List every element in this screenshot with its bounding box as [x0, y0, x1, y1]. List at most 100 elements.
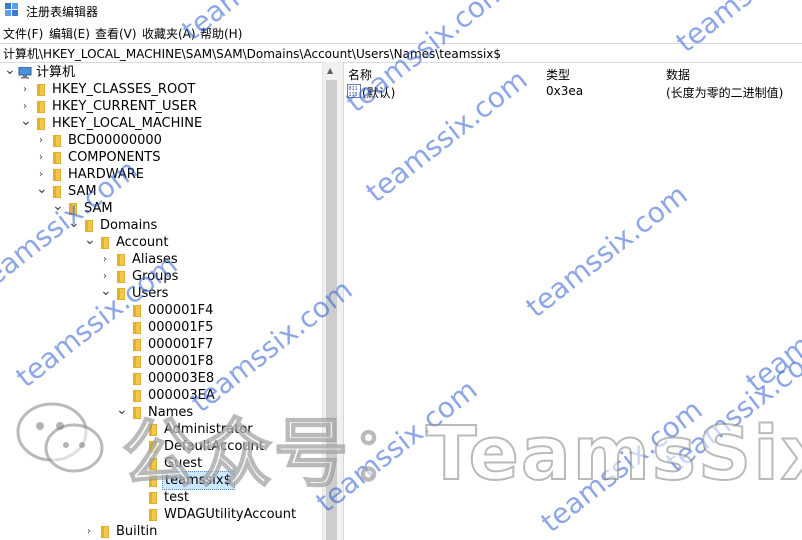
tree-node[interactable]: › Builtin	[0, 523, 322, 540]
tree-node[interactable]: 000001F4	[0, 302, 322, 319]
chevron-down-icon[interactable]: ⌄	[4, 63, 16, 81]
menu-edit[interactable]: 编辑(E)	[49, 25, 90, 42]
tree-node-label: test	[164, 490, 189, 505]
tree-node-label: Administrator	[164, 422, 253, 437]
tree-node-label: 000003EA	[148, 388, 215, 403]
tree-node-label: BCD00000000	[68, 133, 162, 148]
tree-node[interactable]: › Aliases	[0, 251, 322, 268]
folder-icon	[53, 135, 61, 147]
tree-node-label: SAM	[84, 201, 113, 216]
address-path[interactable]: 计算机\HKEY_LOCAL_MACHINE\SAM\SAM\Domains\A…	[3, 45, 501, 62]
tree-node-label: HARDWARE	[68, 167, 144, 182]
menu-help[interactable]: 帮助(H)	[200, 25, 242, 42]
address-bar[interactable]: 计算机\HKEY_LOCAL_MACHINE\SAM\SAM\Domains\A…	[0, 43, 802, 63]
tree-node-label: HKEY_CURRENT_USER	[52, 99, 198, 114]
folder-icon	[117, 288, 125, 300]
tree-node[interactable]: teamssix$	[0, 471, 322, 490]
folder-icon	[69, 203, 77, 215]
chevron-down-icon[interactable]: ⌄	[20, 114, 32, 132]
tree-node[interactable]: ⌄ Account	[0, 233, 322, 251]
folder-icon	[37, 118, 45, 130]
column-header-name[interactable]: 名称	[348, 66, 372, 83]
tree-node[interactable]: ⌄ SAM	[0, 182, 322, 200]
chevron-down-icon[interactable]: ⌄	[68, 216, 80, 234]
tree-node-label: Names	[148, 405, 194, 420]
tree-node[interactable]: › Groups	[0, 268, 322, 285]
tree-node[interactable]: › HKEY_CURRENT_USER	[0, 98, 322, 115]
tree-node-label: DefaultAccount	[164, 439, 264, 454]
tree-node-label: Guest	[164, 456, 203, 471]
folder-icon	[133, 390, 141, 402]
value-name[interactable]: (默认)	[362, 84, 395, 101]
chevron-right-icon[interactable]: ›	[20, 81, 30, 98]
menu-view[interactable]: 查看(V)	[95, 25, 137, 42]
tree-node-label: 000001F7	[148, 337, 214, 352]
tree-node[interactable]: › COMPONENTS	[0, 149, 322, 166]
chevron-down-icon[interactable]: ⌄	[36, 182, 48, 200]
tree-node[interactable]: Guest	[0, 455, 322, 472]
tree-node-label: 000001F8	[148, 354, 214, 369]
menu-favorites[interactable]: 收藏夹(A)	[142, 25, 196, 42]
folder-icon	[53, 186, 61, 198]
scroll-up-icon[interactable]: ▲	[327, 66, 333, 75]
chevron-down-icon[interactable]: ⌄	[100, 284, 112, 302]
folder-icon	[101, 237, 109, 249]
window-title: 注册表编辑器	[26, 5, 99, 19]
column-header-data[interactable]: 数据	[666, 66, 690, 83]
tree-node-label: COMPONENTS	[68, 150, 161, 165]
chevron-right-icon[interactable]: ›	[100, 251, 110, 268]
tree-node[interactable]: 000003E8	[0, 370, 322, 387]
tree-node[interactable]: › HKEY_CLASSES_ROOT	[0, 81, 322, 98]
tree-node[interactable]: Administrator	[0, 421, 322, 438]
tree-node[interactable]: › BCD00000000	[0, 132, 322, 149]
folder-icon	[133, 339, 141, 351]
chevron-right-icon[interactable]: ›	[36, 149, 46, 166]
tree-node[interactable]: test	[0, 489, 322, 506]
menu-file[interactable]: 文件(F)	[3, 25, 43, 42]
registry-tree[interactable]: ⌄ 计算机 › HKEY_CLASSES_ROOT › HKEY_CURRENT_USER…	[0, 62, 322, 540]
tree-node-label: Groups	[132, 269, 179, 284]
tree-node-label: Domains	[100, 218, 158, 233]
tree-node-label: 计算机	[36, 65, 76, 80]
tree-scrollbar[interactable]: ▲	[322, 62, 340, 540]
folder-icon	[149, 441, 157, 453]
value-data: (长度为零的二进制值)	[666, 86, 784, 100]
tree-node-label: 000001F5	[148, 320, 214, 335]
chevron-down-icon[interactable]: ⌄	[52, 199, 64, 217]
tree-node-label: WDAGUtilityAccount	[164, 507, 297, 522]
folder-icon	[37, 101, 45, 113]
tree-node[interactable]: 000001F5	[0, 319, 322, 336]
tree-node-label: Account	[116, 235, 169, 250]
tree-node[interactable]: 000003EA	[0, 387, 322, 404]
value-type: 0x3ea	[546, 84, 584, 98]
chevron-down-icon[interactable]: ⌄	[116, 403, 128, 421]
folder-icon	[133, 407, 141, 419]
folder-icon	[149, 475, 157, 487]
tree-node[interactable]: › HARDWARE	[0, 166, 322, 183]
tree-node-label: 000001F4	[148, 303, 214, 318]
tree-node[interactable]: ⌄ Domains	[0, 216, 322, 234]
tree-node[interactable]: ⌄ Names	[0, 403, 322, 421]
folder-icon	[53, 152, 61, 164]
tree-node-label: Users	[132, 286, 169, 301]
svg-text:110: 110	[349, 92, 358, 98]
folder-icon	[133, 305, 141, 317]
folder-icon	[133, 373, 141, 385]
chevron-right-icon[interactable]: ›	[36, 132, 46, 149]
tree-node[interactable]: 000001F8	[0, 353, 322, 370]
tree-node[interactable]: ⌄ 计算机	[0, 63, 322, 81]
tree-node[interactable]: ⌄ SAM	[0, 199, 322, 217]
title-bar: 注册表编辑器	[0, 0, 802, 22]
column-header-type[interactable]: 类型	[546, 66, 570, 83]
tree-node[interactable]: ⌄ HKEY_LOCAL_MACHINE	[0, 114, 322, 132]
tree-node[interactable]: DefaultAccount	[0, 438, 322, 455]
tree-node[interactable]: WDAGUtilityAccount	[0, 506, 322, 523]
folder-icon	[133, 356, 141, 368]
folder-icon	[133, 322, 141, 334]
tree-node[interactable]: 000001F7	[0, 336, 322, 353]
scrollbar-thumb[interactable]	[326, 80, 337, 540]
tree-node[interactable]: ⌄ Users	[0, 284, 322, 302]
chevron-right-icon[interactable]: ›	[84, 523, 94, 540]
values-list[interactable]: 名称 类型 数据 011 110 (默认) 0x3ea (长度为零的二进制值)	[344, 62, 802, 540]
chevron-down-icon[interactable]: ⌄	[84, 233, 96, 251]
